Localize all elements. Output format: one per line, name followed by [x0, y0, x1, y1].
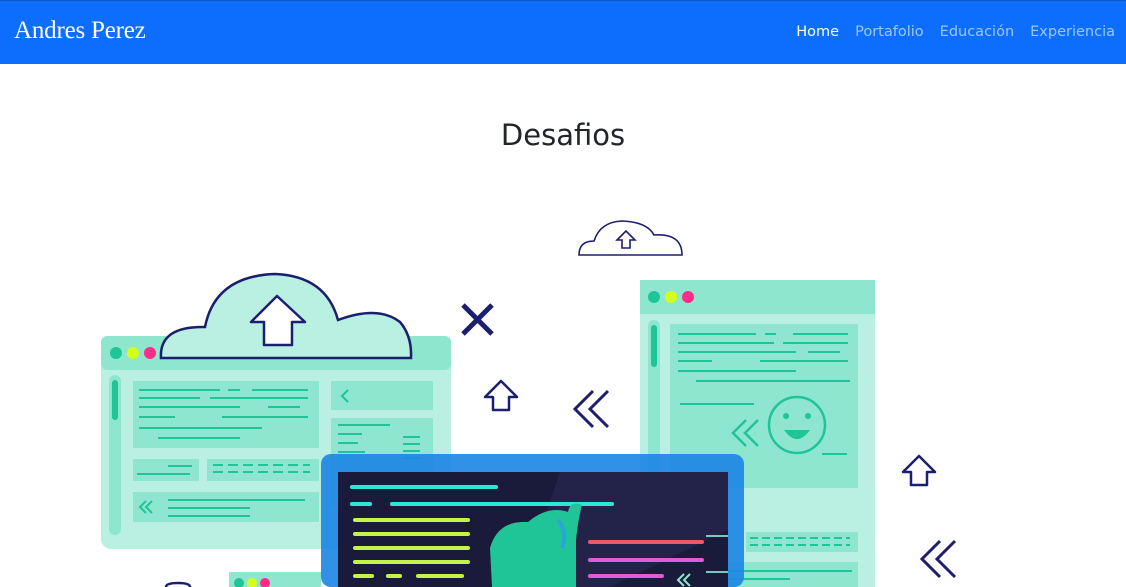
code-editor-window — [321, 454, 744, 587]
close-icon — [461, 303, 494, 336]
brand-link[interactable]: Andres Perez — [14, 17, 146, 45]
nav-link-educacion[interactable]: Educación — [940, 24, 1014, 40]
nav-link-experiencia[interactable]: Experiencia — [1030, 24, 1115, 40]
nav-link-home[interactable]: Home — [796, 24, 839, 40]
bottom-browser-window — [229, 572, 321, 587]
hero-illustration — [101, 220, 957, 587]
page-title: Desafios — [500, 118, 626, 152]
small-cloud-upload-icon — [578, 220, 683, 256]
upload-arrow-icon — [483, 379, 519, 412]
cloud-upload-icon — [159, 272, 413, 360]
navbar: Andres Perez Home Portafolio Educación E… — [0, 0, 1126, 64]
nav-links: Home Portafolio Educación Experiencia — [796, 24, 1115, 40]
double-chevron-left-icon — [572, 389, 610, 429]
upload-arrow-icon-right — [901, 454, 937, 487]
circle-partial-icon — [164, 581, 192, 587]
double-chevron-left-icon-right — [919, 539, 957, 579]
nav-link-portafolio[interactable]: Portafolio — [855, 24, 924, 40]
